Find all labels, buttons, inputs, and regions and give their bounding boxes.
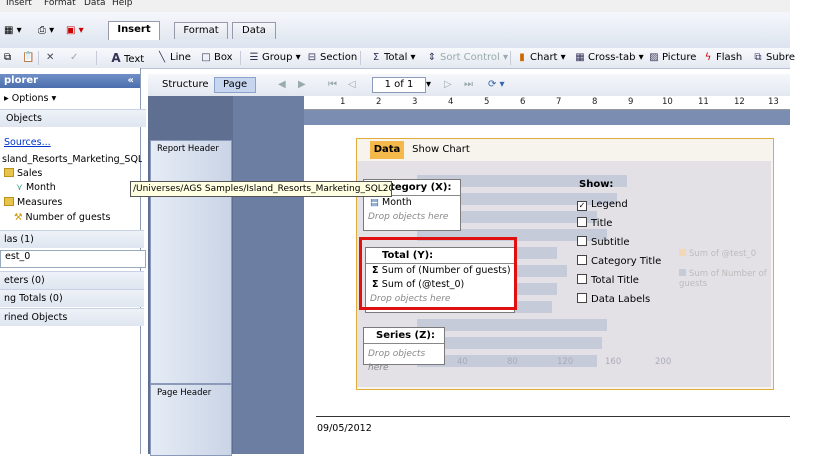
insert-line-button[interactable]: ╲ Line (156, 51, 191, 65)
show-options-title: Show: (579, 179, 614, 190)
category-title-checkbox[interactable]: Category Title (577, 255, 661, 269)
paste-icon[interactable]: 📋 (22, 51, 34, 65)
universe-node[interactable]: sland_Resorts_Marketing_SQL200 (0, 154, 142, 165)
crosstab-icon: ▦ (575, 52, 585, 63)
first-page-icon[interactable]: ⏮ (328, 78, 337, 92)
folder-icon (4, 168, 14, 177)
sort-control-button[interactable]: ⇕ Sort Control ▾ (426, 51, 508, 65)
report-date: 09/05/2012 (317, 423, 372, 434)
tab-page[interactable]: Page (214, 77, 257, 93)
chart-icon: ▮ (519, 52, 525, 63)
menu-insert[interactable]: Insert (6, 0, 32, 8)
insert-subreport-button[interactable]: ⧉ Subre (752, 51, 795, 65)
collapse-icon[interactable]: « (128, 74, 134, 88)
view-toolbar: Structure Page ◀ ▶ ⏮ ◁ 1 of 1 ▾ ▷ ⏭ ⟳ ▾ (148, 74, 790, 96)
data-button[interactable]: Data (370, 141, 404, 159)
tree-item-sales[interactable]: Sales (0, 168, 144, 179)
picture-icon: ▨ (649, 52, 659, 63)
tree-item-measures[interactable]: Measures (0, 197, 144, 208)
measure-icon: ⚒ (14, 212, 26, 223)
legend-checkbox[interactable]: ✓ Legend (577, 198, 628, 212)
checkbox-checked-icon: ✓ (577, 201, 587, 211)
category-item-month[interactable]: ▤ Month (364, 196, 460, 210)
page-dropdown-icon[interactable]: ▾ (426, 78, 431, 92)
universe-path-tooltip: /Universes/AGS Samples/Island_Resorts_Ma… (130, 181, 392, 197)
group-icon: ☰ (249, 52, 259, 63)
menu-format[interactable]: Format (44, 0, 76, 8)
horizontal-ruler: 1 2 3 4 5 6 7 8 9 10 11 12 13 (304, 97, 790, 110)
page-number-input[interactable]: 1 of 1 (372, 77, 426, 93)
explorer-header: plorer « (0, 74, 140, 88)
next-page-icon[interactable]: ▷ (444, 78, 452, 92)
formula-item-test0[interactable]: est_0 (0, 250, 146, 268)
data-sources-link[interactable]: Sources... (0, 137, 144, 148)
last-page-icon[interactable]: ⏭ (464, 78, 473, 92)
category-placeholder: Drop objects here (368, 212, 449, 222)
insert-group-button[interactable]: ☰ Group ▾ (248, 51, 301, 65)
insert-total-button[interactable]: Σ Total ▾ (370, 51, 416, 65)
tab-structure[interactable]: Structure (162, 78, 209, 92)
predefined-objects-section[interactable]: rined Objects (0, 308, 144, 326)
insert-picture-button[interactable]: ▨ Picture (648, 51, 696, 65)
series-placeholder: Drop objects here (368, 349, 426, 373)
format-painter-icon[interactable]: ✓ (70, 51, 78, 65)
legend-item-test0: Sum of @test_0 (679, 249, 756, 259)
tab-insert[interactable]: Insert (108, 21, 160, 40)
forward-icon[interactable]: ▶ (298, 78, 306, 92)
data-labels-checkbox[interactable]: Data Labels (577, 293, 650, 307)
delete-icon[interactable]: ✕ (46, 51, 54, 65)
sigma-icon: Σ (372, 52, 380, 63)
data-explorer: plorer « ▸ Options ▾ Objects Sources... … (0, 68, 146, 454)
insert-box-button[interactable]: □ Box (200, 51, 232, 65)
formulas-section[interactable]: las (1) (0, 230, 144, 248)
box-icon: □ (201, 52, 211, 63)
page-footer-divider (316, 416, 790, 417)
sort-icon: ⇕ (427, 52, 437, 63)
objects-section[interactable]: Objects (0, 109, 146, 127)
running-totals-section[interactable]: ng Totals (0) (0, 289, 144, 307)
dimension-icon: ⋎ (16, 182, 26, 193)
folder-icon (4, 197, 14, 206)
tree-item-number-of-guests[interactable]: ⚒ Number of guests (0, 212, 154, 223)
report-header-section[interactable]: Report Header (150, 140, 232, 384)
line-icon: ╲ (158, 52, 166, 63)
total-title-checkbox[interactable]: Total Title (577, 274, 639, 288)
insert-toolbar: ⧉ 📋 ✕ ✓ A Text ╲ Line □ Box ☰ Group ▾ ⊟ Secti… (0, 48, 795, 69)
series-drop-zone[interactable]: Series (Z): Drop objects here (363, 327, 445, 373)
insert-section-button[interactable]: ⊟ Section (306, 51, 357, 65)
pdf-icon[interactable]: ▣ ▾ (66, 24, 84, 38)
parameters-section[interactable]: eters (0) (0, 271, 144, 289)
insert-flash-button[interactable]: ϟ Flash (702, 51, 743, 65)
dimension-icon: ▤ (370, 197, 382, 208)
flash-icon: ϟ (704, 52, 712, 63)
menu-bar: Insert Format Data Help (0, 0, 790, 12)
options-menu[interactable]: ▸ Options ▾ (0, 93, 140, 104)
back-icon[interactable]: ◀ (278, 78, 286, 92)
grid-icon[interactable]: ▦ ▾ (4, 24, 22, 38)
subreport-icon: ⧉ (754, 52, 762, 63)
series-title: Series (Z): (364, 328, 444, 344)
tab-format[interactable]: Format (174, 22, 228, 39)
tab-data[interactable]: Data (232, 22, 276, 39)
prev-page-icon[interactable]: ◁ (348, 78, 356, 92)
show-chart-button[interactable]: Show Chart (409, 141, 473, 159)
legend-item-guests: Sum of Number of guests (679, 269, 767, 289)
insert-text-button[interactable]: A Text (110, 51, 144, 65)
refresh-icon[interactable]: ⟳ ▾ (488, 78, 505, 92)
page-header-section[interactable]: Page Header (150, 384, 232, 456)
copy-icon[interactable]: ⧉ (4, 51, 11, 65)
highlight-box (359, 237, 517, 310)
section-icon: ⊟ (307, 52, 317, 63)
insert-crosstab-button[interactable]: ▦ Cross-tab ▾ (574, 51, 643, 65)
title-checkbox[interactable]: Title (577, 217, 612, 231)
window-edge (790, 0, 829, 454)
subtitle-checkbox[interactable]: Subtitle (577, 236, 630, 250)
menu-help[interactable]: Help (112, 0, 133, 8)
ribbon-tabs: Insert Format Data (100, 12, 790, 48)
menu-data[interactable]: Data (84, 0, 106, 8)
print-icon[interactable]: ⎙ ▾ (38, 24, 54, 38)
canvas-margin (233, 96, 304, 454)
insert-chart-button[interactable]: ▮ Chart ▾ (516, 51, 565, 65)
